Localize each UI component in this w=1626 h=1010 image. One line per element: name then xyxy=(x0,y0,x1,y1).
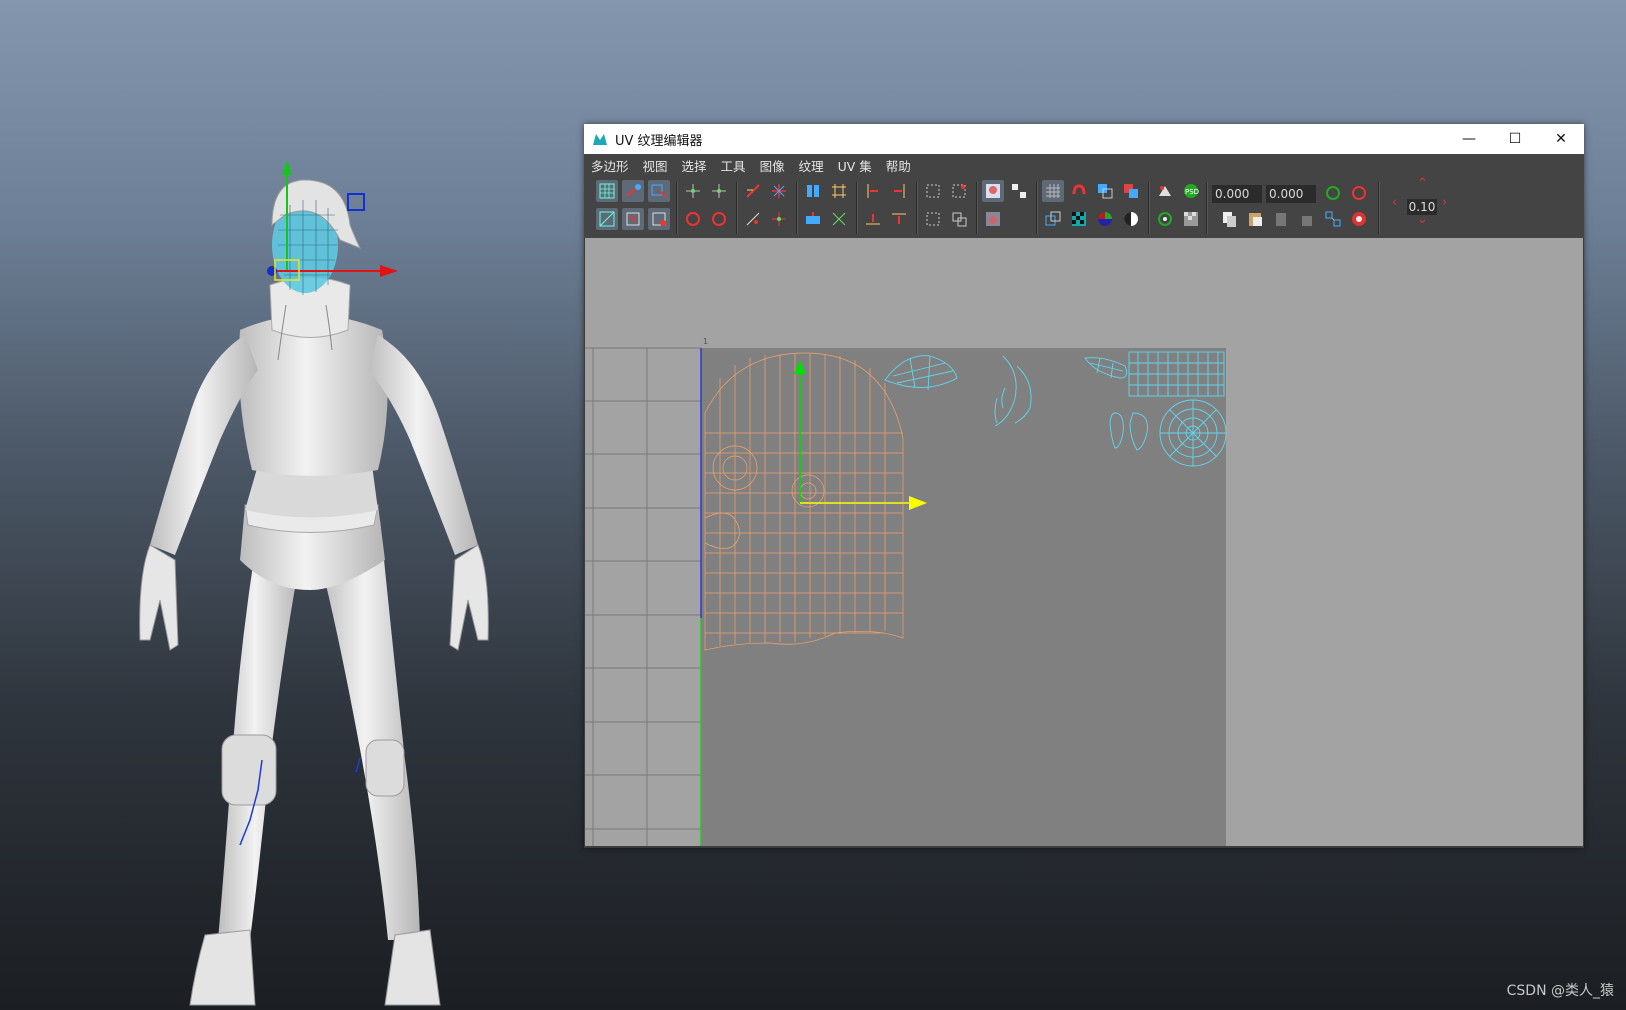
paste-uv-icon[interactable] xyxy=(1244,208,1266,230)
step-value-field[interactable]: 0.10 xyxy=(1407,199,1437,215)
paste-u-icon[interactable] xyxy=(1270,208,1292,230)
grid-uv-icon[interactable] xyxy=(828,180,850,202)
dim-image-icon[interactable] xyxy=(982,208,1004,230)
step-up-icon[interactable]: ⌃ xyxy=(1417,176,1428,191)
shrink-selection-icon[interactable] xyxy=(922,208,944,230)
uv-editor-window: UV 纹理编辑器 — ☐ ✕ 多边形 视图 选择 工具 图像 纹理 UV 集 帮… xyxy=(584,124,1584,848)
relax-uv-icon[interactable] xyxy=(828,208,850,230)
copy-uv-icon[interactable] xyxy=(1218,208,1240,230)
checker-map-icon[interactable] xyxy=(1068,208,1090,230)
checker-tile-icon[interactable] xyxy=(1180,208,1202,230)
update-psd-icon[interactable] xyxy=(1154,208,1176,230)
u-value-field[interactable]: 0.000 xyxy=(1212,185,1262,203)
distortion-icon[interactable] xyxy=(1042,208,1064,230)
psd-network-icon[interactable]: PSD xyxy=(1180,180,1202,202)
minimize-icon: — xyxy=(1462,131,1476,147)
step-right-icon[interactable]: › xyxy=(1442,195,1447,210)
svg-text:PSD: PSD xyxy=(1185,188,1199,196)
close-icon: ✕ xyxy=(1555,131,1567,147)
paste-v-icon[interactable] xyxy=(1296,208,1318,230)
select-shell-icon[interactable] xyxy=(922,180,944,202)
flip-u-icon[interactable] xyxy=(682,180,704,202)
menu-tools[interactable]: 工具 xyxy=(714,156,753,175)
grow-selection-icon[interactable] xyxy=(948,208,970,230)
align-min-u-icon[interactable] xyxy=(862,180,884,202)
uv-tile-label: 1 xyxy=(703,337,708,346)
image-range-icon[interactable] xyxy=(1154,180,1176,202)
v-value-field[interactable]: 0.000 xyxy=(1266,185,1316,203)
close-button[interactable]: ✕ xyxy=(1538,124,1584,154)
menu-select[interactable]: 选择 xyxy=(675,156,714,175)
uv-layout[interactable]: 1 xyxy=(585,238,1583,846)
select-uv-icon[interactable] xyxy=(648,180,670,202)
maximize-icon: ☐ xyxy=(1508,131,1522,147)
align-min-v-icon[interactable] xyxy=(862,208,884,230)
rotate-ccw-icon[interactable] xyxy=(682,208,704,230)
move-sew-icon[interactable] xyxy=(768,208,790,230)
uv-grid-icon[interactable] xyxy=(596,180,618,202)
uv-lattice-icon[interactable] xyxy=(648,208,670,230)
maximize-button[interactable]: ☐ xyxy=(1492,124,1538,154)
menu-image[interactable]: 图像 xyxy=(753,156,792,175)
cycle-uv-icon[interactable] xyxy=(1322,208,1344,230)
window-title: UV 纹理编辑器 xyxy=(615,133,703,149)
title-bar[interactable]: UV 纹理编辑器 — ☐ ✕ xyxy=(584,124,1584,154)
maya-app-icon xyxy=(593,134,607,145)
rotate-cw-icon[interactable] xyxy=(708,208,730,230)
uv-transform-icon[interactable] xyxy=(622,208,644,230)
menu-textures[interactable]: 纹理 xyxy=(792,156,831,175)
snap-magnet-icon[interactable] xyxy=(1068,180,1090,202)
align-max-u-icon[interactable] xyxy=(888,180,910,202)
select-border-icon[interactable] xyxy=(948,180,970,202)
cut-uv-icon[interactable] xyxy=(742,180,764,202)
checker-toggle-icon[interactable] xyxy=(1008,180,1030,202)
shaded-display-icon[interactable] xyxy=(1094,180,1116,202)
sew-uv-icon[interactable] xyxy=(742,208,764,230)
flip-v-icon[interactable] xyxy=(708,180,730,202)
uv-snapshot-icon[interactable] xyxy=(596,208,618,230)
watermark: CSDN @类人_猿 xyxy=(1506,983,1614,999)
alpha-channel-icon[interactable] xyxy=(1120,208,1142,230)
align-max-v-icon[interactable] xyxy=(888,208,910,230)
menu-polygons[interactable]: 多边形 xyxy=(584,156,636,175)
menu-bar: 多边形 视图 选择 工具 图像 纹理 UV 集 帮助 xyxy=(584,154,1584,176)
menu-help[interactable]: 帮助 xyxy=(879,156,918,175)
delete-uv-icon[interactable] xyxy=(1348,208,1370,230)
uv-canvas[interactable]: 1 xyxy=(585,238,1583,846)
character-model[interactable] xyxy=(0,0,600,1010)
rgb-channels-icon[interactable] xyxy=(1094,208,1116,230)
texture-borders-icon[interactable] xyxy=(1120,180,1142,202)
move-uv-icon[interactable] xyxy=(622,180,644,202)
grid-display-icon[interactable] xyxy=(1042,180,1064,202)
reset-uv-icon[interactable] xyxy=(1348,182,1370,204)
texture-image-icon[interactable] xyxy=(982,180,1004,202)
minimize-button[interactable]: — xyxy=(1446,124,1492,154)
step-left-icon[interactable]: ‹ xyxy=(1392,195,1397,210)
layout-uv-icon[interactable] xyxy=(802,180,824,202)
unfold-uv-icon[interactable] xyxy=(802,208,824,230)
split-uv-icon[interactable] xyxy=(768,180,790,202)
menu-view[interactable]: 视图 xyxy=(636,156,675,175)
menu-uv-sets[interactable]: UV 集 xyxy=(831,156,879,175)
refresh-uv-icon[interactable] xyxy=(1322,182,1344,204)
